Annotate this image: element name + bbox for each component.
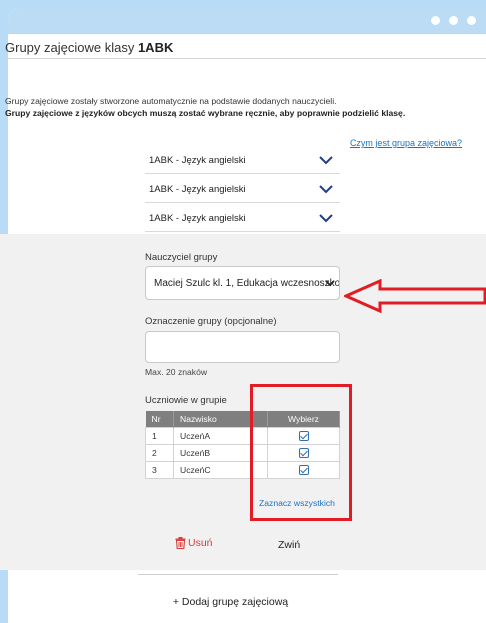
group-row[interactable]: 1ABK - Język angielski [145,206,340,232]
add-group-button[interactable]: + Dodaj grupę zajęciową [0,596,486,608]
group-row[interactable]: 1ABK - Język angielski [145,148,340,174]
info-text: Grupy zajęciowe zostały stworzone automa… [5,96,337,106]
window-dot [467,16,476,25]
group-label: 1ABK - Język angielski [149,184,246,195]
chevron-down-icon [325,280,335,287]
help-link[interactable]: Czym jest grupa zajęciowa? [350,138,462,148]
class-name: 1ABK [137,40,174,55]
delete-label: Usuń [188,537,213,549]
cell-nr: 3 [145,460,174,479]
annotation-box [250,384,352,521]
group-row[interactable]: 1ABK - Język angielski [145,177,340,203]
designation-hint: Max. 20 znaków [145,367,208,377]
cell-nr: 1 [145,426,174,445]
title-divider [5,58,486,59]
teacher-label: Nauczyciel grupy [145,252,218,263]
info-warning-text: Grupy zajęciowe z języków obcych muszą z… [5,108,406,118]
chevron-down-icon[interactable] [318,154,334,166]
designation-label: Oznaczenie grupy (opcjonalne) [145,316,277,327]
page-title: Grupy zajęciowe klasy 1ABK [5,40,173,55]
annotation-arrow [344,279,486,313]
window-dot [431,16,440,25]
chevron-down-icon[interactable] [318,212,334,224]
column-header-nr: Nr [145,411,174,427]
page-title-prefix: Grupy zajęciowe klasy [5,40,138,55]
designation-input[interactable] [145,331,340,363]
group-label: 1ABK - Język angielski [149,213,246,224]
trash-icon [175,537,186,549]
cell-nr: 2 [145,443,174,462]
bottom-divider [138,574,338,575]
title-bar [8,8,486,34]
chevron-down-icon[interactable] [318,183,334,195]
window-dots [431,16,476,25]
teacher-select-value: Maciej Szulc kl. 1, Edukacja wczesnoszko… [154,277,340,289]
students-label: Uczniowie w grupie [145,395,227,406]
teacher-select[interactable]: Maciej Szulc kl. 1, Edukacja wczesnoszko… [145,266,340,300]
collapse-button[interactable]: Zwiń [278,539,300,551]
window-dot [449,16,458,25]
group-label: 1ABK - Język angielski [149,155,246,166]
delete-button[interactable]: Usuń [175,537,213,549]
